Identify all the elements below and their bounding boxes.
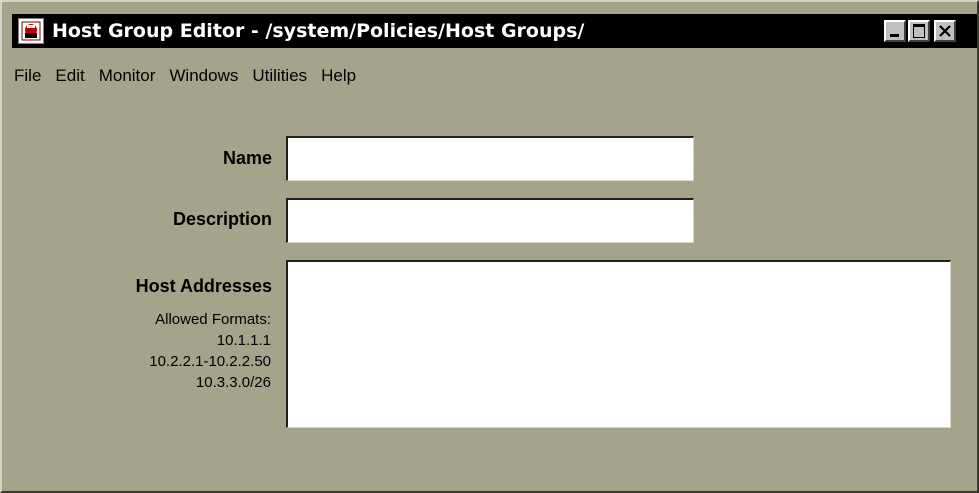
menu-help[interactable]: Help xyxy=(314,64,363,88)
description-label: Description xyxy=(172,209,272,229)
menu-utilities[interactable]: Utilities xyxy=(245,64,314,88)
window-title: Host Group Editor - /system/Policies/Hos… xyxy=(52,20,585,42)
minimize-button[interactable] xyxy=(884,20,906,42)
menu-edit[interactable]: Edit xyxy=(48,64,91,88)
host-addresses-label: Host Addresses xyxy=(135,276,272,296)
name-label: Name xyxy=(222,148,272,168)
menu-monitor[interactable]: Monitor xyxy=(92,64,163,88)
close-button[interactable] xyxy=(934,20,956,42)
close-icon xyxy=(939,25,951,37)
format-example: 10.3.3.0/26 xyxy=(195,374,271,391)
app-icon[interactable] xyxy=(18,18,44,44)
allowed-formats-heading: Allowed Formats: xyxy=(155,311,271,328)
name-field[interactable] xyxy=(286,136,694,181)
host-addresses-field[interactable] xyxy=(286,260,951,428)
menu-windows[interactable]: Windows xyxy=(162,64,245,88)
maximize-button[interactable] xyxy=(908,20,930,42)
title-bar[interactable]: Host Group Editor - /system/Policies/Hos… xyxy=(12,14,977,48)
description-field[interactable] xyxy=(286,198,694,243)
format-example: 10.2.2.1-10.2.2.50 xyxy=(149,353,271,370)
menu-bar: File Edit Monitor Windows Utilities Help xyxy=(14,64,363,88)
allowed-formats-hint: Allowed Formats: 10.1.1.1 10.2.2.1-10.2.… xyxy=(149,309,271,393)
format-example: 10.1.1.1 xyxy=(216,332,271,349)
host-group-editor-window: Host Group Editor - /system/Policies/Hos… xyxy=(0,0,979,493)
menu-file[interactable]: File xyxy=(14,64,48,88)
